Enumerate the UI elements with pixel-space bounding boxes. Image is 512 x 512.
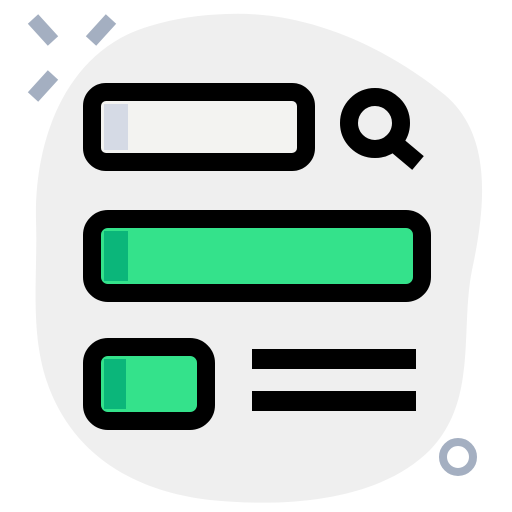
sparkle-dash-top-left bbox=[27, 14, 59, 46]
text-line-top bbox=[252, 349, 416, 369]
wide-bar-fill bbox=[92, 219, 422, 293]
wide-bar bbox=[83, 210, 431, 302]
small-bar-shade bbox=[104, 359, 126, 409]
search-field bbox=[83, 83, 315, 171]
search-form-illustration bbox=[0, 0, 512, 512]
small-bar bbox=[83, 338, 215, 430]
sparkle-dash-top-right bbox=[85, 14, 117, 46]
sparkle-dash-bottom-left bbox=[27, 70, 59, 102]
search-field-shade bbox=[104, 104, 128, 150]
ring-decoration bbox=[439, 438, 477, 476]
text-line-bottom bbox=[252, 391, 416, 411]
wide-bar-shade bbox=[104, 231, 128, 281]
illustration-svg bbox=[27, 13, 483, 503]
